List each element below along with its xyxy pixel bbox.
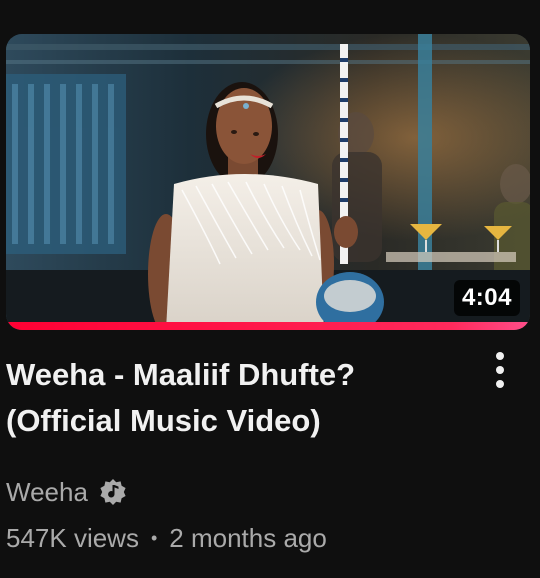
channel-row[interactable]: Weeha	[6, 474, 128, 510]
published-time: 2 months ago	[169, 522, 327, 553]
more-vert-icon	[496, 352, 504, 388]
video-metadata: 547K views • 2 months ago	[6, 520, 327, 556]
video-title[interactable]: Weeha - Maaliif Dhufte? (Official Music …	[6, 352, 466, 444]
duration-badge: 4:04	[453, 280, 520, 316]
metadata-separator: •	[150, 527, 158, 548]
channel-name[interactable]: Weeha	[6, 477, 88, 508]
thumbnail-image	[6, 34, 530, 330]
video-thumbnail[interactable]: 4:04	[6, 34, 530, 330]
view-count: 547K views	[6, 522, 139, 553]
music-artist-badge-icon	[98, 477, 128, 507]
watch-progress-bar	[6, 322, 530, 330]
more-options-button[interactable]	[478, 346, 522, 394]
watch-progress-fill	[6, 322, 530, 330]
video-card[interactable]: 4:04 Weeha - Maaliif Dhufte? (Official M…	[0, 0, 540, 578]
